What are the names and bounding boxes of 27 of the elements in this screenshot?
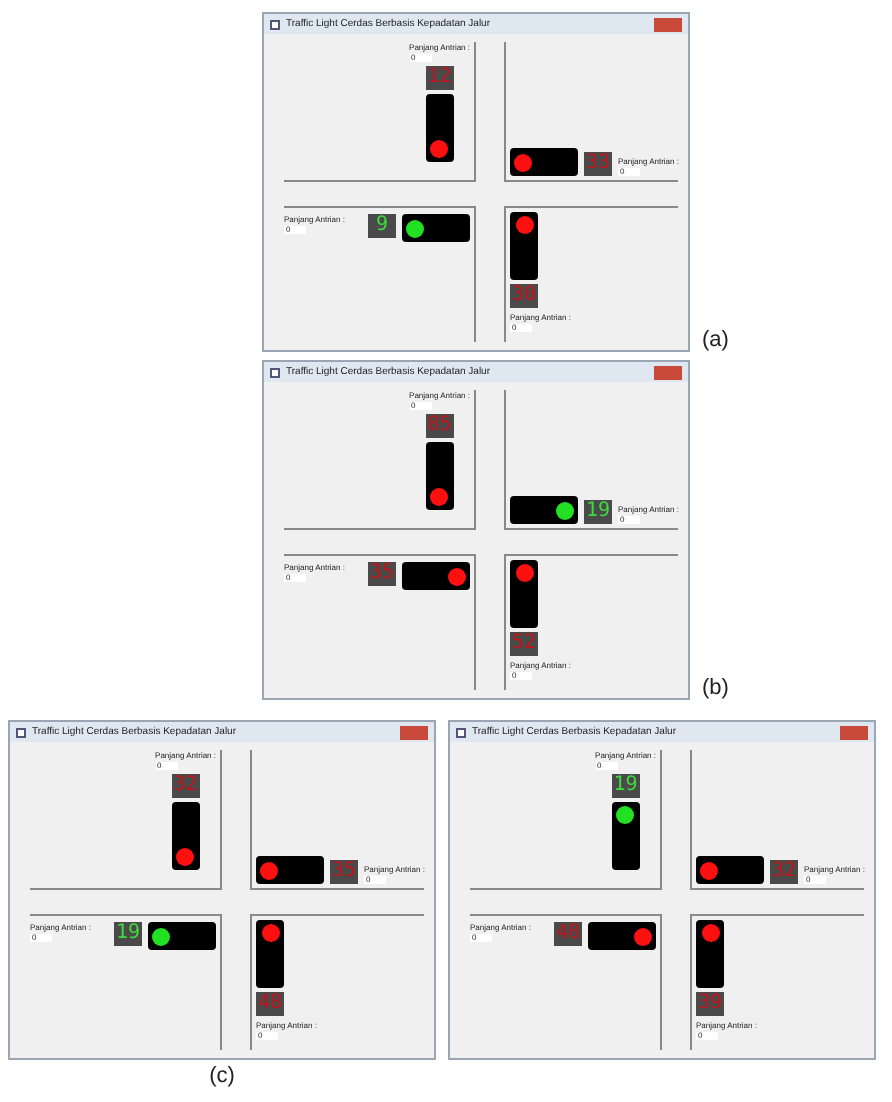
close-button[interactable] [654,17,682,31]
countdown-display: 48 [554,922,582,946]
app-icon [16,727,26,737]
app-icon [270,19,280,29]
countdown-display: 32 [171,774,200,798]
countdown-display: 35 [368,562,396,586]
countdown-display: 35 [330,860,358,884]
countdown-display: 12 [425,66,454,90]
countdown-display: 52 [510,632,538,656]
app-icon [456,727,466,737]
countdown-display: 9 [368,214,396,238]
countdown-display: 30 [510,284,538,308]
countdown-display: 19 [611,774,640,798]
close-button[interactable] [840,725,868,739]
countdown-display: 39 [696,992,724,1016]
countdown-display: 85 [425,414,454,438]
countdown-display: 33 [584,152,612,176]
countdown-display: 19 [584,500,612,524]
figure-caption: (a) [702,328,729,352]
figure-caption: (b) [702,676,729,700]
countdown-display: 32 [770,860,798,884]
figure-caption: (c) [209,1064,235,1088]
close-button[interactable] [400,725,428,739]
close-button[interactable] [654,365,682,379]
countdown-display: 48 [256,992,284,1016]
app-icon [270,367,280,377]
countdown-display: 19 [114,922,142,946]
